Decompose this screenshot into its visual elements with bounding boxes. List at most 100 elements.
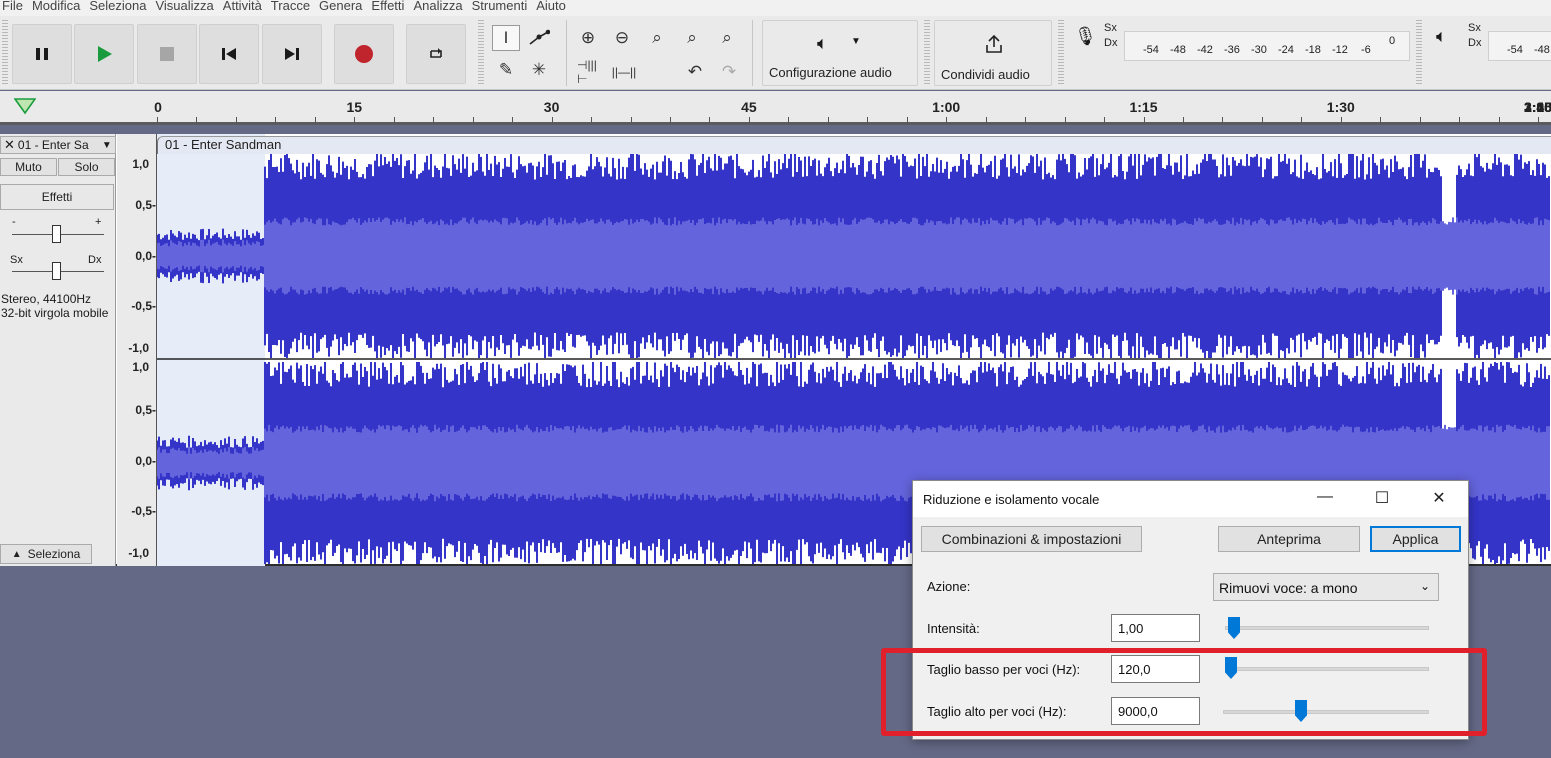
zoom-out-button[interactable]: ⊖ xyxy=(608,25,636,51)
pan-left-label: Sx xyxy=(10,254,23,266)
strength-slider-thumb[interactable] xyxy=(1228,617,1240,639)
draw-tool[interactable]: ✎ xyxy=(492,57,520,83)
track-menu-arrow-icon[interactable]: ▼ xyxy=(102,140,112,151)
silence-button[interactable]: ||—|| xyxy=(610,59,638,85)
clip-title-bar[interactable]: 01 - Enter Sandman xyxy=(157,136,1551,154)
scale-label: -1,0 xyxy=(128,546,149,560)
timeline-tick xyxy=(1341,117,1342,123)
zoom-in-button[interactable]: ⊕ xyxy=(574,25,602,51)
timeline-tick xyxy=(670,117,671,123)
maximize-icon[interactable]: ☐ xyxy=(1368,488,1396,510)
fit-selection-button[interactable]: ⌕ xyxy=(643,25,671,51)
pan-slider-thumb[interactable] xyxy=(52,262,61,280)
meter-scale-label: -18 xyxy=(1305,44,1321,56)
close-track-icon[interactable]: ✕ xyxy=(1,137,18,153)
redo-button[interactable]: ↷ xyxy=(715,59,743,85)
dropdown-arrow-icon: ▼ xyxy=(851,36,861,47)
stop-button[interactable] xyxy=(137,24,197,84)
solo-button[interactable]: Solo xyxy=(58,158,115,176)
timeline-ruler[interactable]: 0 15 30 45 1:00 1:15 1:30 1:45 2:00 2:15 2:30 2:45 3… xyxy=(0,91,1551,125)
pause-button[interactable] xyxy=(12,24,72,84)
undo-button[interactable]: ↶ xyxy=(681,59,709,85)
share-audio-button[interactable]: Condividi audio xyxy=(934,20,1052,86)
menu-generate[interactable]: Genera xyxy=(319,0,371,16)
timeline-tick xyxy=(473,117,474,123)
menu-file[interactable]: File xyxy=(0,0,32,16)
speaker-icon: 🔈︎ xyxy=(817,33,828,53)
timeline-tick xyxy=(828,117,829,123)
mute-button[interactable]: Muto xyxy=(0,158,57,176)
menu-analyze[interactable]: Analizza xyxy=(413,0,471,16)
action-select[interactable]: Rimuovi voce: a mono ⌄ xyxy=(1213,573,1439,601)
scale-label: -0,5- xyxy=(131,504,156,518)
playback-meter[interactable]: -54 -48 xyxy=(1488,31,1551,61)
apply-button[interactable]: Applica xyxy=(1370,526,1461,552)
skip-to-start-button[interactable] xyxy=(199,24,259,84)
timeline-tick xyxy=(354,117,355,123)
menu-help[interactable]: Aiuto xyxy=(536,0,575,16)
envelope-icon xyxy=(529,29,550,45)
track-format-depth: 32-bit virgola mobile xyxy=(1,306,109,320)
highlight-box xyxy=(881,648,1487,736)
selection-tool[interactable]: Ι xyxy=(492,25,520,51)
trim-button[interactable]: ⊣|||⊢ xyxy=(576,58,604,86)
toolbar-grip[interactable] xyxy=(2,20,8,86)
fit-project-button[interactable]: ⌕ xyxy=(678,25,706,51)
close-icon[interactable]: ✕ xyxy=(1425,488,1453,510)
strength-slider-track[interactable] xyxy=(1225,626,1429,630)
track-name[interactable]: 01 - Enter Sa xyxy=(18,138,102,152)
skip-to-end-button[interactable] xyxy=(262,24,322,84)
playback-speaker-icon[interactable]: 🔈︎ xyxy=(1436,26,1447,47)
loop-button[interactable] xyxy=(406,24,466,84)
strength-input[interactable] xyxy=(1111,614,1200,642)
toolbar-grip[interactable] xyxy=(924,20,930,86)
menu-edit[interactable]: Modifica xyxy=(32,0,89,16)
timeline-tick xyxy=(749,117,750,123)
multi-tool[interactable]: ✳ xyxy=(525,57,553,83)
microphone-icon[interactable]: 🎙︎ xyxy=(1074,26,1097,47)
track-header[interactable]: ✕ 01 - Enter Sa ▼ xyxy=(0,136,116,154)
toolbar-grip[interactable] xyxy=(478,20,484,86)
menu-select[interactable]: Seleziona xyxy=(89,0,155,16)
toolbar-grip[interactable] xyxy=(1058,20,1064,86)
dialog-titlebar[interactable]: Riduzione e isolamento vocale — ☐ ✕ xyxy=(913,481,1468,517)
envelope-tool[interactable] xyxy=(525,25,553,51)
zoom-toggle-button[interactable]: ⌕ xyxy=(713,25,741,51)
minimize-icon[interactable]: — xyxy=(1311,488,1339,510)
effects-button[interactable]: Effetti xyxy=(0,184,114,210)
undo-icon: ↶ xyxy=(687,62,703,81)
zoom-fit-icon: ⌕ xyxy=(687,28,697,47)
preview-button[interactable]: Anteprima xyxy=(1218,526,1360,552)
timeline-tick xyxy=(788,117,789,123)
amplitude-scale[interactable]: 1,0 0,5- 0,0- -0,5- -1,0 1,0 0,5- 0,0- -… xyxy=(117,134,157,566)
toolbar-grip[interactable] xyxy=(1416,20,1422,86)
menu-effects[interactable]: Effetti xyxy=(371,0,413,16)
menu-tools[interactable]: Strumenti xyxy=(472,0,537,16)
select-track-button[interactable]: ▲ Seleziona xyxy=(0,544,92,564)
playhead-marker-icon[interactable] xyxy=(14,97,36,115)
menu-activities[interactable]: Attività xyxy=(223,0,271,16)
toolbar-separator xyxy=(566,20,567,86)
presets-settings-button[interactable]: Combinazioni & impostazioni xyxy=(921,526,1142,552)
recording-meter[interactable]: -54 -48 -42 -36 -30 -24 -18 -12 -6 0 xyxy=(1124,31,1410,61)
timeline-tick xyxy=(1065,117,1066,123)
zoom-toggle-icon: ⌕ xyxy=(722,28,732,47)
record-button[interactable] xyxy=(334,24,394,84)
meter-scale-label: -54 xyxy=(1143,44,1159,56)
i-beam-icon: Ι xyxy=(503,28,509,47)
timeline-tick xyxy=(1499,117,1500,123)
scale-label: 1,0 xyxy=(132,360,149,374)
share-audio-label: Condividi audio xyxy=(941,67,1030,82)
gain-slider-thumb[interactable] xyxy=(52,225,61,243)
menu-tracks[interactable]: Tracce xyxy=(271,0,319,16)
play-button[interactable] xyxy=(74,24,134,84)
track-format-info: Stereo, 44100Hz 32-bit virgola mobile xyxy=(1,292,108,320)
clip-title: 01 - Enter Sandman xyxy=(165,137,282,152)
timeline-tick xyxy=(631,117,632,123)
menu-view[interactable]: Visualizza xyxy=(155,0,222,16)
audio-setup-button[interactable]: 🔈︎ ▼ Configurazione audio xyxy=(762,20,918,86)
timeline-tick xyxy=(946,117,947,123)
scale-label: -0,5- xyxy=(131,299,156,313)
scale-label: 1,0 xyxy=(132,157,149,171)
meter-scale-label: -30 xyxy=(1251,44,1267,56)
